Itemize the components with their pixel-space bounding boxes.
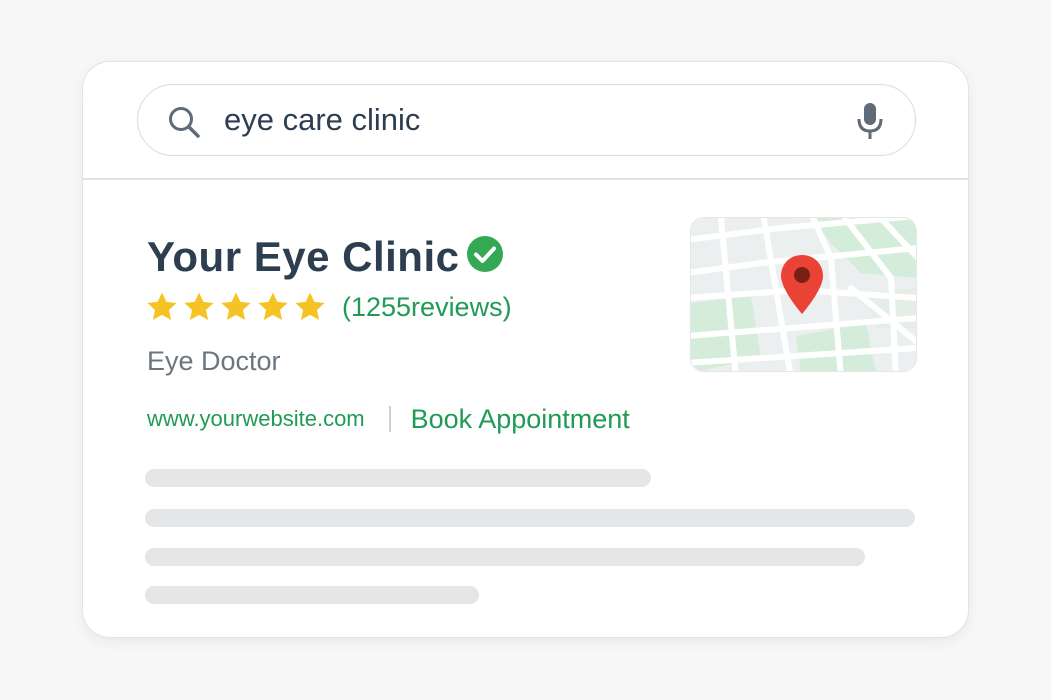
divider: [83, 178, 968, 180]
star-icon: [147, 292, 177, 321]
business-name[interactable]: Your Eye Clinic: [147, 232, 459, 282]
business-category: Eye Doctor: [147, 346, 281, 376]
map-graphic: [691, 218, 916, 371]
rating-row: (1255reviews): [145, 290, 512, 324]
map-thumbnail[interactable]: [690, 217, 917, 372]
placeholder-line: [145, 469, 651, 487]
search-input[interactable]: eye care clinic: [224, 101, 420, 139]
placeholder-line: [145, 586, 479, 604]
link-separator: [388, 406, 391, 432]
search-icon[interactable]: [166, 104, 202, 140]
business-result-card: eye care clinic Your Eye Clinic (1255rev…: [82, 61, 969, 638]
star-icon: [295, 292, 325, 321]
placeholder-line: [145, 509, 915, 527]
reviews-link[interactable]: (1255reviews): [342, 290, 512, 324]
search-bar[interactable]: eye care clinic: [137, 84, 916, 156]
verified-check-icon: [467, 236, 504, 272]
microphone-icon[interactable]: [855, 101, 885, 141]
links-row: www.yourwebsite.com Book Appointment: [147, 402, 630, 436]
star-rating: [145, 290, 330, 324]
star-icon: [258, 292, 288, 321]
placeholder-line: [145, 548, 865, 566]
book-appointment-link[interactable]: Book Appointment: [411, 402, 630, 436]
business-title-row: Your Eye Clinic: [147, 232, 505, 282]
website-link[interactable]: www.yourwebsite.com: [147, 404, 365, 434]
star-icon: [184, 292, 214, 321]
star-icon: [221, 292, 251, 321]
